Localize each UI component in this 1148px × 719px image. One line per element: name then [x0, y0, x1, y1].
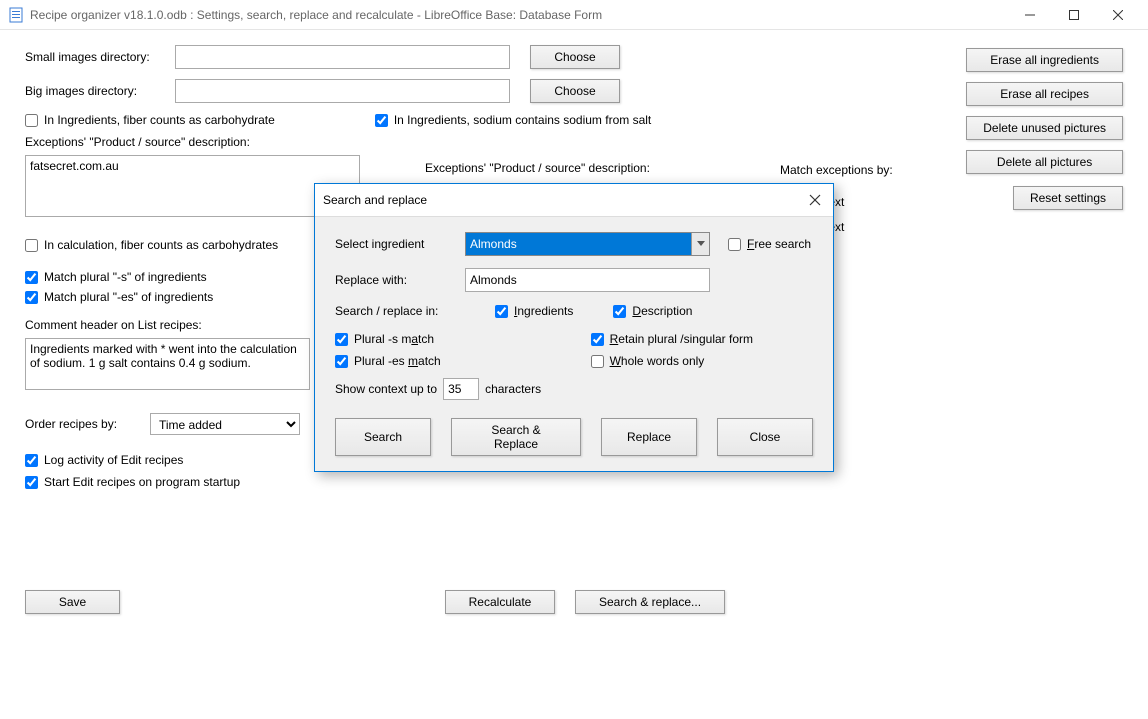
- replace-with-input[interactable]: [465, 268, 710, 292]
- small-images-dir-input[interactable]: [175, 45, 510, 69]
- maximize-button[interactable]: [1052, 1, 1096, 29]
- context-input[interactable]: [443, 378, 479, 400]
- plural-es-input[interactable]: [25, 291, 38, 304]
- sodium-salt-label: In Ingredients, sodium contains sodium f…: [394, 113, 651, 127]
- dlg-search-replace-button[interactable]: Search & Replace: [451, 418, 581, 456]
- big-images-dir-input[interactable]: [175, 79, 510, 103]
- recalculate-button[interactable]: Recalculate: [445, 590, 555, 614]
- ingredients-checkbox[interactable]: Ingredients: [495, 304, 573, 318]
- comment-header-textarea[interactable]: Ingredients marked with * went into the …: [25, 338, 310, 390]
- context-label: Show context up to: [335, 382, 437, 396]
- erase-recipes-button[interactable]: Erase all recipes: [966, 82, 1123, 106]
- search-in-label: Search / replace in:: [335, 304, 465, 318]
- start-edit-label: Start Edit recipes on program startup: [44, 475, 240, 489]
- small-images-dir-label: Small images directory:: [25, 50, 175, 64]
- select-ingredient-label: Select ingredient: [335, 237, 465, 251]
- side-button-panel: Erase all ingredients Erase all recipes …: [966, 48, 1123, 210]
- order-by-label: Order recipes by:: [25, 417, 150, 431]
- whole-words-checkbox[interactable]: Whole words only: [591, 354, 753, 368]
- free-search-input[interactable]: [728, 238, 741, 251]
- plural-es-label: Match plural "-es" of ingredients: [44, 290, 213, 304]
- exceptions-desc-label-2v: Exceptions' "Product / source" descripti…: [425, 161, 650, 175]
- delete-unused-pictures-button[interactable]: Delete unused pictures: [966, 116, 1123, 140]
- replace-with-label: Replace with:: [335, 273, 465, 287]
- exceptions-desc-label-1: Exceptions' "Product / source" descripti…: [25, 135, 360, 149]
- match-exceptions-label: Match exceptions by:: [780, 163, 893, 177]
- plural-s-input[interactable]: [25, 271, 38, 284]
- sodium-salt-checkbox[interactable]: In Ingredients, sodium contains sodium f…: [375, 113, 651, 127]
- plural-es-match-checkbox[interactable]: Plural -es match: [335, 354, 441, 368]
- start-edit-input[interactable]: [25, 476, 38, 489]
- choose-small-dir-button[interactable]: Choose: [530, 45, 620, 69]
- select-ingredient-combo[interactable]: Almonds: [465, 232, 710, 256]
- minimize-button[interactable]: [1008, 1, 1052, 29]
- delete-all-pictures-button[interactable]: Delete all pictures: [966, 150, 1123, 174]
- window-title: Recipe organizer v18.1.0.odb : Settings,…: [30, 8, 1008, 22]
- characters-label: characters: [485, 382, 541, 396]
- dialog-close-button[interactable]: [805, 190, 825, 210]
- big-images-dir-label: Big images directory:: [25, 84, 175, 98]
- dlg-search-button[interactable]: Search: [335, 418, 431, 456]
- dlg-close-button[interactable]: Close: [717, 418, 813, 456]
- exceptions-textarea-1[interactable]: fatsecret.com.au: [25, 155, 360, 217]
- description-checkbox[interactable]: Description: [613, 304, 692, 318]
- search-replace-button[interactable]: Search & replace...: [575, 590, 725, 614]
- fiber-carb-ingredients-checkbox[interactable]: In Ingredients, fiber counts as carbohyd…: [25, 113, 275, 127]
- dlg-replace-button[interactable]: Replace: [601, 418, 697, 456]
- start-edit-checkbox[interactable]: Start Edit recipes on program startup: [25, 475, 1123, 489]
- choose-big-dir-button[interactable]: Choose: [530, 79, 620, 103]
- fiber-calc-label: In calculation, fiber counts as carbohyd…: [44, 238, 278, 252]
- log-activity-label: Log activity of Edit recipes: [44, 453, 183, 467]
- app-doc-icon: [8, 7, 24, 23]
- plural-s-match-checkbox[interactable]: Plural -s match: [335, 332, 441, 346]
- close-icon: [809, 194, 821, 206]
- retain-plural-checkbox[interactable]: Retain plural /singular form: [591, 332, 753, 346]
- fiber-carb-ing-label: In Ingredients, fiber counts as carbohyd…: [44, 113, 275, 127]
- dialog-title: Search and replace: [323, 193, 805, 207]
- free-search-label: Free search: [747, 237, 811, 251]
- order-by-select[interactable]: Time added: [150, 413, 300, 435]
- reset-settings-button[interactable]: Reset settings: [1013, 186, 1123, 210]
- erase-ingredients-button[interactable]: Erase all ingredients: [966, 48, 1123, 72]
- plural-s-label: Match plural "-s" of ingredients: [44, 270, 207, 284]
- save-button[interactable]: Save: [25, 590, 120, 614]
- sodium-salt-input[interactable]: [375, 114, 388, 127]
- log-activity-input[interactable]: [25, 454, 38, 467]
- select-ingredient-value: Almonds: [470, 237, 517, 251]
- close-button[interactable]: [1096, 1, 1140, 29]
- fiber-calc-input[interactable]: [25, 239, 38, 252]
- search-replace-dialog: Search and replace Select ingredient Alm…: [314, 183, 834, 472]
- free-search-checkbox[interactable]: Free search: [728, 237, 811, 251]
- window-titlebar: Recipe organizer v18.1.0.odb : Settings,…: [0, 0, 1148, 30]
- chevron-down-icon[interactable]: [691, 233, 709, 255]
- fiber-carb-ing-input[interactable]: [25, 114, 38, 127]
